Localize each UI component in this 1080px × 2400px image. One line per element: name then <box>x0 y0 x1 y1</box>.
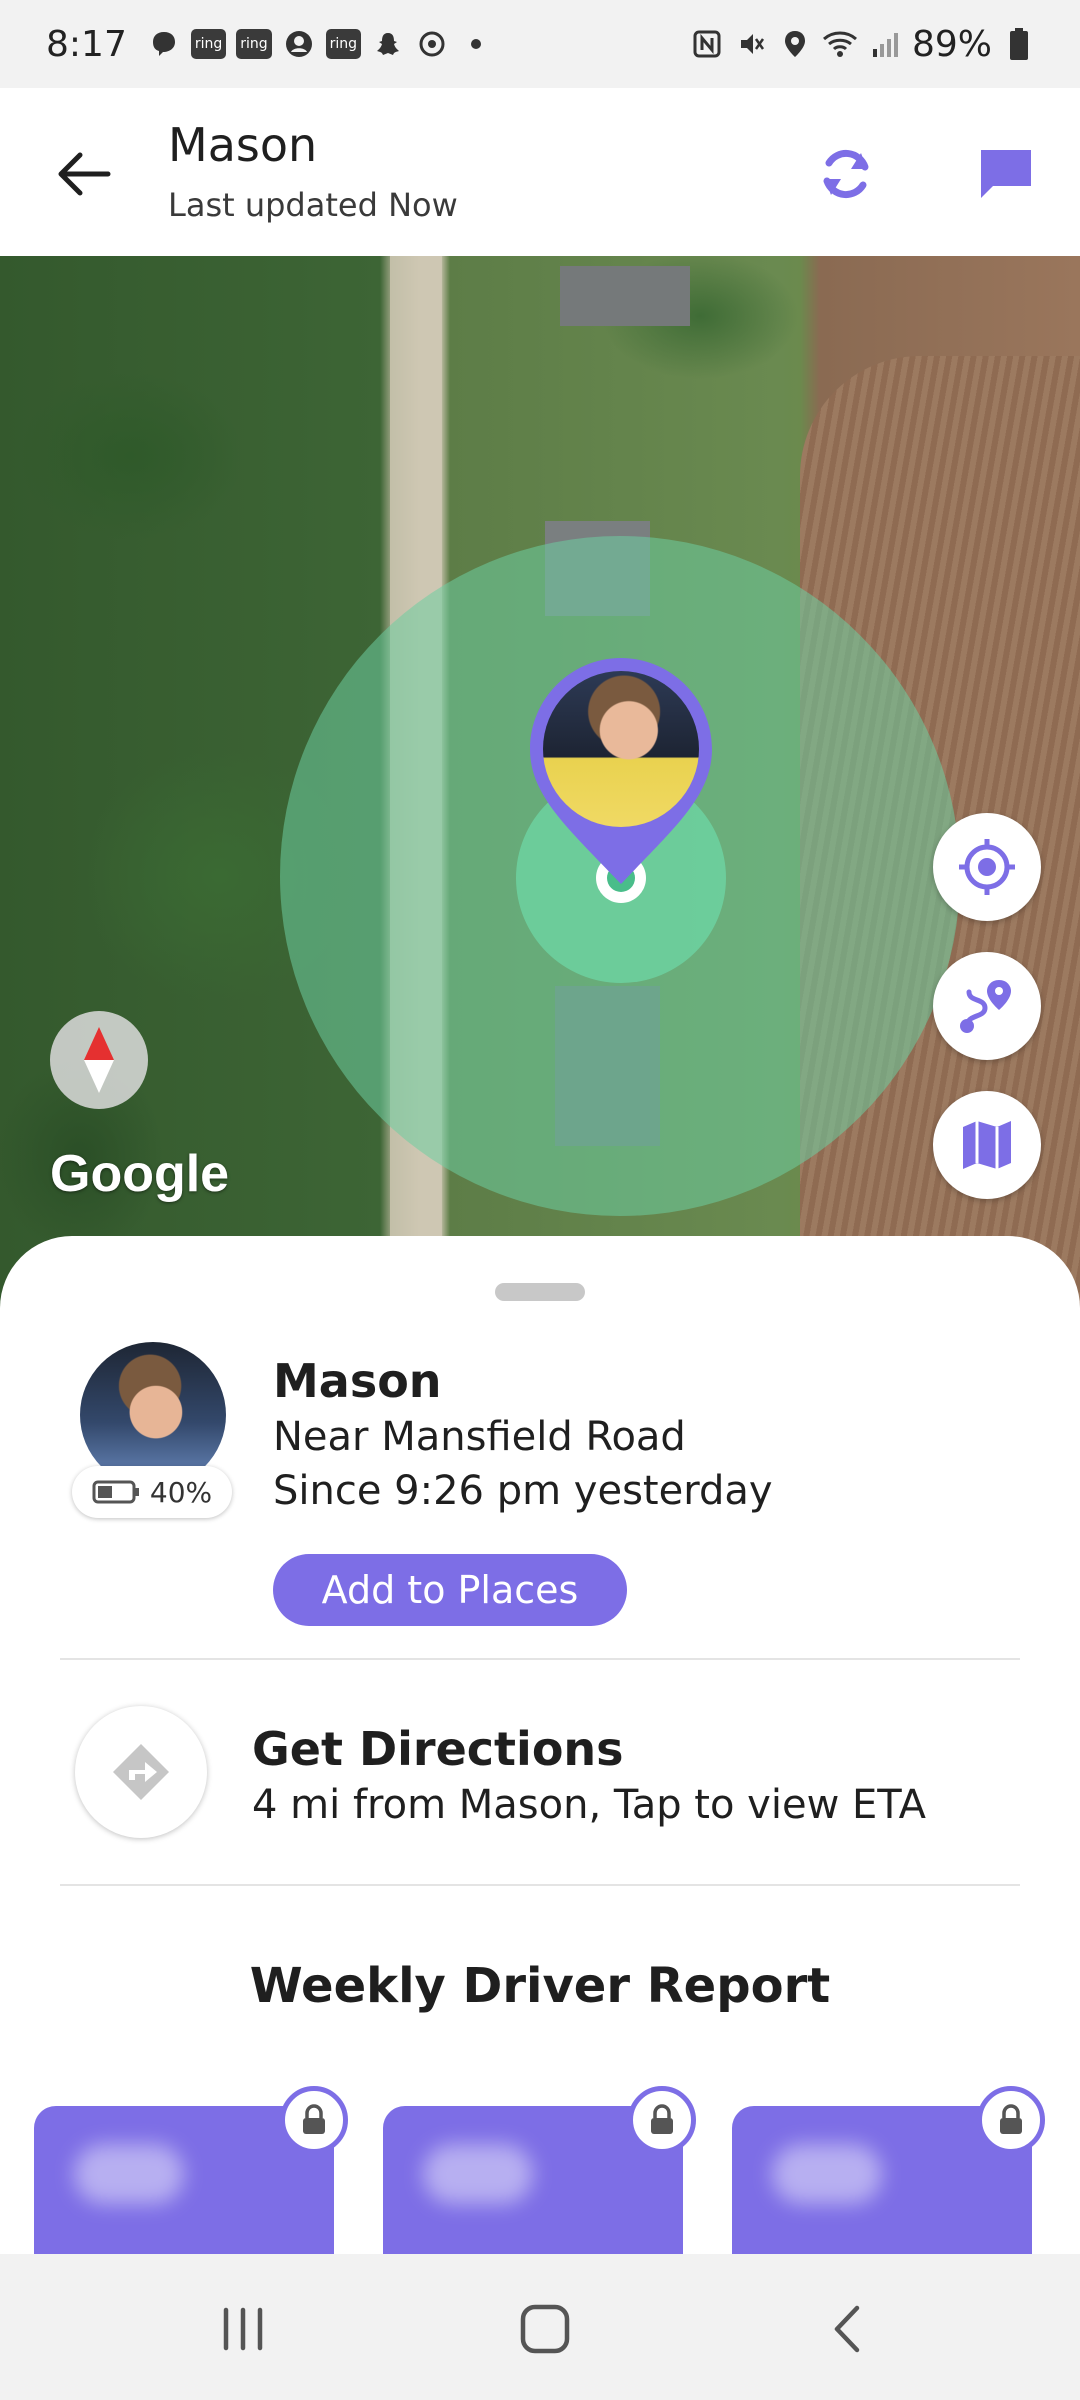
app-header: Mason Last updated Now <box>0 88 1080 256</box>
divider <box>60 1658 1020 1660</box>
member-map-pin[interactable] <box>528 656 714 886</box>
recent-apps-icon <box>223 2307 263 2351</box>
map-building <box>560 266 690 326</box>
status-right: 89% <box>690 24 1036 65</box>
lock-icon <box>628 2086 696 2154</box>
chat-icon <box>981 150 1031 198</box>
location-icon <box>778 27 812 61</box>
google-attribution: Google <box>50 1145 230 1203</box>
map-view[interactable]: Google <box>0 256 1080 1316</box>
ring-app-icon: ring <box>190 29 227 59</box>
route-button[interactable] <box>933 952 1041 1060</box>
refresh-button[interactable] <box>808 136 884 212</box>
directions-button[interactable] <box>75 1706 207 1838</box>
system-back-button[interactable] <box>807 2294 887 2364</box>
chevron-left-icon <box>834 2305 860 2353</box>
recenter-button[interactable] <box>933 813 1041 921</box>
directions-icon <box>113 1744 169 1800</box>
map-icon <box>963 1121 1011 1169</box>
home-button[interactable] <box>505 2294 585 2364</box>
battery-percent: 89% <box>911 23 992 65</box>
status-bar: 8:17 ring ring ring 89% <box>0 0 1080 88</box>
member-since: Since 9:26 pm yesterday <box>273 1468 773 1514</box>
arrow-left-icon <box>58 152 111 196</box>
drag-handle[interactable] <box>495 1283 585 1301</box>
viber-icon <box>147 27 181 61</box>
more-notifications-dot-icon <box>459 27 493 61</box>
page-title: Mason <box>168 118 318 172</box>
member-pin-avatar <box>543 671 699 827</box>
wifi-icon <box>822 27 858 61</box>
divider <box>60 1884 1020 1886</box>
system-nav-bar <box>0 2254 1080 2400</box>
weekly-driver-report-title: Weekly Driver Report <box>249 1958 831 2014</box>
nfc-icon <box>690 27 724 61</box>
compass-icon <box>84 1027 114 1093</box>
chat-button[interactable] <box>968 136 1044 212</box>
battery-level-icon <box>92 1480 139 1504</box>
report-card-blur <box>772 2144 882 2204</box>
route-icon <box>960 980 1011 1033</box>
add-to-places-button[interactable]: Add to Places <box>273 1554 627 1626</box>
compass-button[interactable] <box>50 1011 148 1109</box>
status-time: 8:17 <box>46 23 127 65</box>
report-card-blur <box>423 2144 533 2204</box>
refresh-icon <box>823 149 869 199</box>
home-icon <box>520 2304 570 2354</box>
recent-apps-button[interactable] <box>203 2294 283 2364</box>
map-type-button[interactable] <box>933 1091 1041 1199</box>
account-icon <box>282 27 316 61</box>
back-button[interactable] <box>48 138 120 210</box>
sync-app-icon <box>415 27 449 61</box>
member-name: Mason <box>273 1354 442 1408</box>
get-directions-subtitle[interactable]: 4 mi from Mason, Tap to view ETA <box>252 1782 926 1828</box>
mute-icon <box>734 27 768 61</box>
snapchat-icon <box>371 27 405 61</box>
last-updated-text: Last updated Now <box>168 186 458 224</box>
signal-icon <box>868 27 902 61</box>
battery-badge: 40% <box>72 1466 232 1518</box>
member-bottom-sheet: 40% Mason Near Mansfield Road Since 9:26… <box>0 1236 1080 2254</box>
lock-icon <box>280 2086 348 2154</box>
status-left: 8:17 ring ring ring <box>46 24 493 65</box>
member-location: Near Mansfield Road <box>273 1414 686 1460</box>
crosshair-icon <box>959 839 1015 895</box>
ring-app-icon: ring <box>236 29 272 59</box>
report-card-blur <box>74 2144 184 2204</box>
ring-app-icon: ring <box>325 29 362 59</box>
battery-icon <box>1002 27 1036 61</box>
battery-percent-text: 40% <box>149 1475 213 1509</box>
lock-icon <box>977 2086 1045 2154</box>
get-directions-title[interactable]: Get Directions <box>252 1722 624 1776</box>
